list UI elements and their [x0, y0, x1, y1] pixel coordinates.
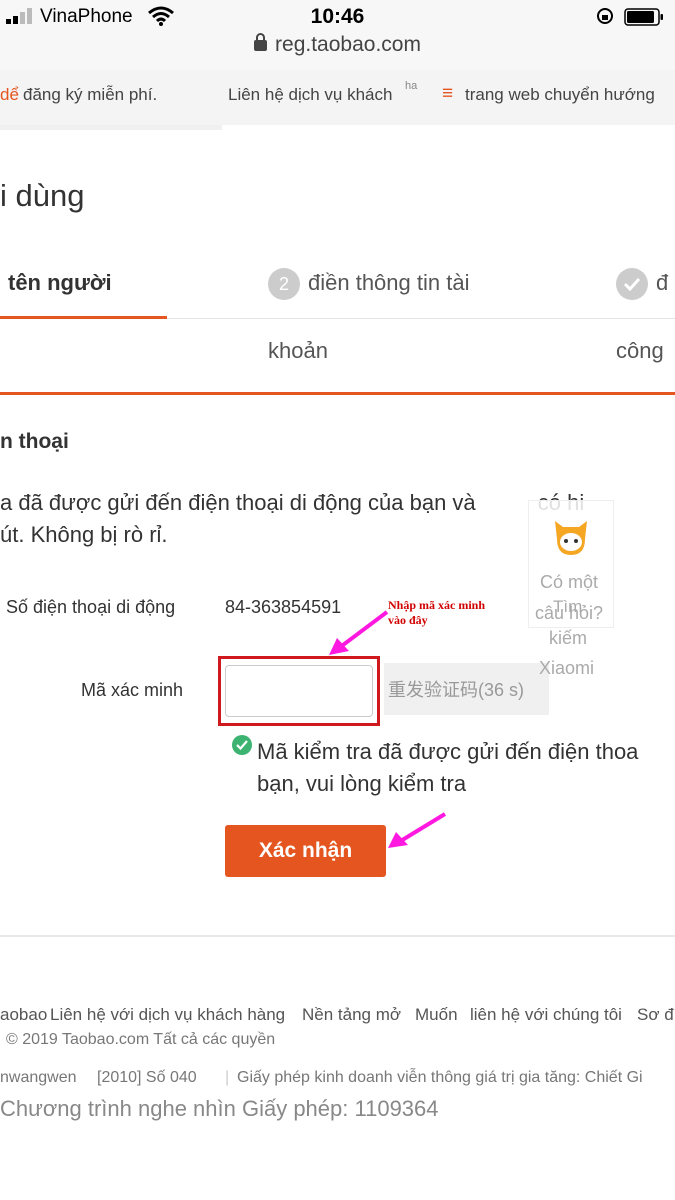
step-separator	[167, 318, 675, 319]
copyright: © 2019 Taobao.com Tất cả các quyền	[6, 1031, 276, 1048]
success-check-icon	[232, 735, 252, 755]
phone-value: 84-363854591	[225, 597, 342, 617]
status-time: 10:46	[310, 5, 365, 28]
step-2: 2 điền thông tin tài	[268, 268, 469, 300]
license-text-2: [2010] Số 040	[97, 1069, 197, 1086]
search-overlay-2: kiếm	[549, 628, 588, 648]
license-separator: |	[225, 1069, 230, 1086]
footer-link-support[interactable]: Liên hệ với dịch vụ khách hàng	[50, 1005, 285, 1025]
license-text-3: Giấy phép kinh doanh viễn thông giá trị …	[237, 1069, 643, 1086]
help-text-line1: Có một	[540, 572, 599, 592]
av-license: Chương trình nghe nhìn Giấy phép: 110936…	[0, 1096, 439, 1121]
code-label: Mã xác minh	[81, 680, 184, 700]
section-title: n thoại	[0, 430, 69, 453]
annotation-arrow-code	[329, 610, 389, 655]
section-divider	[0, 392, 675, 395]
nav-contact-cut: ha	[405, 80, 418, 92]
top-nav: dể đăng ký miễn phí. Liên hệ dịch vụ khá…	[0, 70, 675, 125]
nav-contact-link[interactable]: Liên hệ dịch vụ khách	[228, 85, 392, 105]
step-2-label: điền thông tin tài	[308, 269, 470, 295]
step-3-label-line2: công	[616, 338, 664, 363]
battery-icon	[624, 8, 663, 26]
license-text-1: nwangwen	[0, 1069, 77, 1086]
nav-underline	[0, 125, 222, 130]
footer-divider	[0, 935, 675, 937]
url-text: reg.taobao.com	[275, 33, 421, 56]
footer-link-open-platform[interactable]: Nền tảng mở	[302, 1005, 401, 1025]
annotation-highlight-box	[218, 656, 380, 726]
active-step-indicator	[0, 316, 167, 319]
step-1-label: tên người	[8, 270, 112, 295]
orientation-lock-icon	[597, 8, 613, 24]
code-sent-message: Mã kiểm tra đã được gửi đến điện thoa bạ…	[257, 739, 639, 796]
page-title: i dùng	[0, 178, 85, 213]
nav-redirect-link[interactable]: trang web chuyển hướng	[465, 85, 655, 105]
nav-partial-text: dể	[0, 85, 19, 104]
resend-code-button[interactable]: 重发验证码(36 s)	[384, 663, 549, 715]
info-message-line2: út. Không bị rò rỉ.	[0, 522, 168, 547]
footer-link-contact[interactable]: liên hệ với chúng tôi	[470, 1005, 622, 1025]
nav-register-link[interactable]: đăng ký miễn phí.	[23, 85, 157, 105]
step-2-number: 2	[268, 268, 300, 300]
menu-icon[interactable]: ≡	[442, 83, 453, 105]
mascot-icon	[555, 521, 587, 555]
info-message-line1: a đã được gửi đến điện thoại di động của…	[0, 490, 584, 515]
annotation-arrow-confirm	[388, 812, 447, 848]
step-3-label: đ	[656, 269, 669, 295]
confirm-button[interactable]: Xác nhận	[225, 825, 386, 877]
step-3: đ	[616, 268, 668, 300]
step-2-label-line2: khoản	[268, 338, 328, 363]
footer-link-sitemap[interactable]: Sơ đ	[637, 1005, 674, 1025]
lock-icon	[254, 33, 268, 51]
phone-label: Số điện thoại di động	[6, 597, 176, 617]
footer-link-want[interactable]: Muốn	[415, 1005, 458, 1025]
search-overlay-3: Xiaomi	[539, 658, 595, 678]
address-bar[interactable]: reg.taobao.com	[0, 33, 675, 57]
check-icon	[616, 268, 648, 300]
footer-link-taobao[interactable]: aobao	[0, 1005, 47, 1025]
annotation-note: Nhập mã xác minh vào đây	[388, 598, 486, 627]
search-overlay-1: Tìm	[553, 597, 583, 616]
